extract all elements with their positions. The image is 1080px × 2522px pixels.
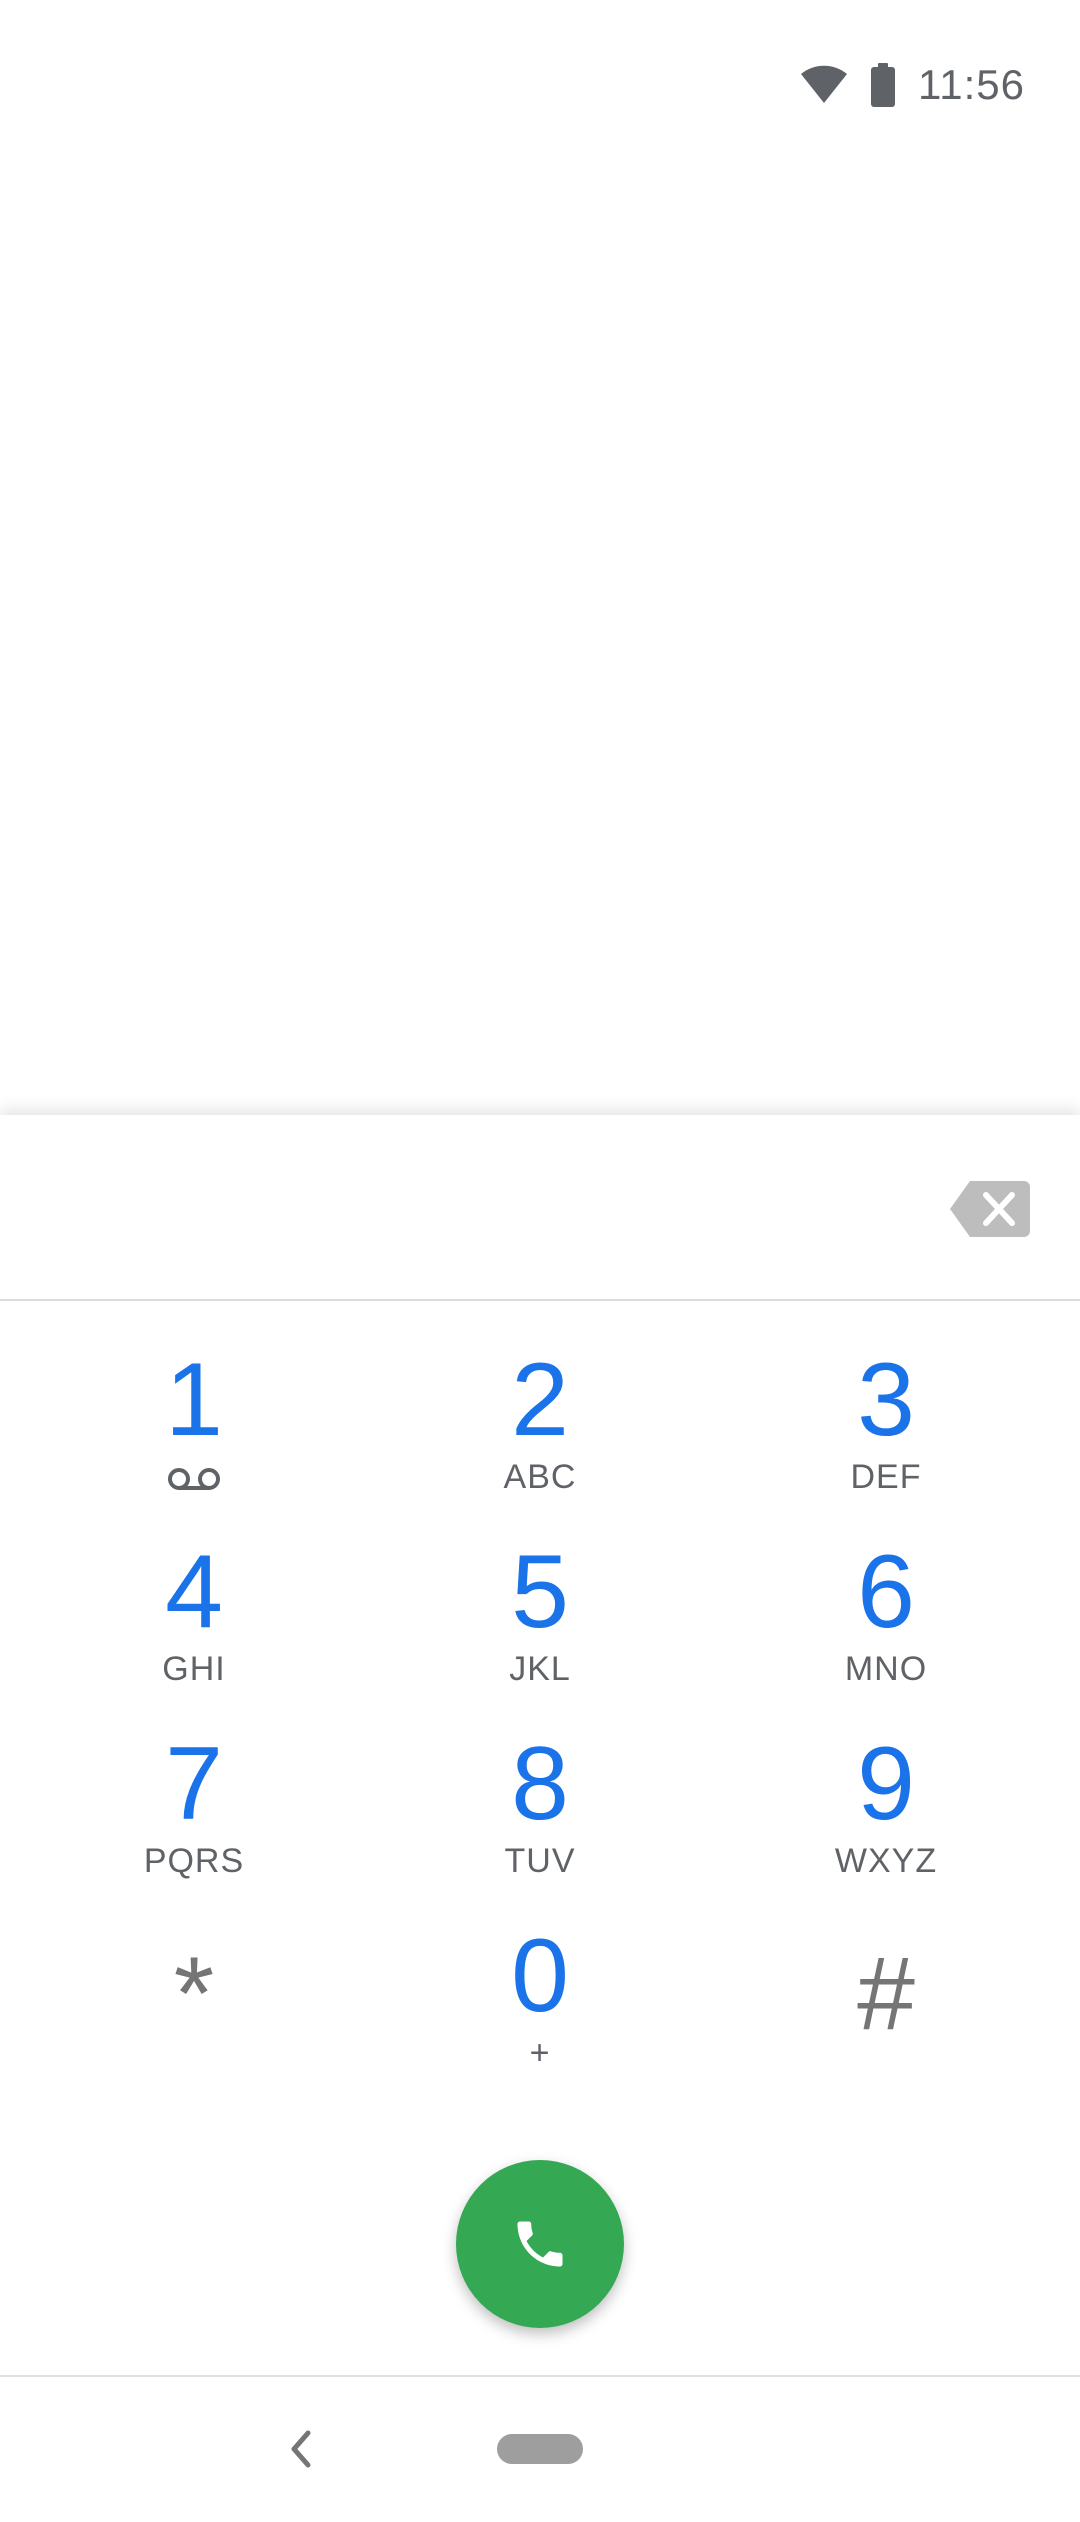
call-button[interactable] — [456, 2160, 624, 2328]
status-time: 11:56 — [918, 61, 1025, 108]
backspace-button[interactable] — [950, 1181, 1030, 1237]
key-4[interactable]: 4 GHI — [44, 1537, 344, 1707]
key-letters: TUV — [504, 1842, 576, 1880]
call-log-area — [0, 160, 1080, 1115]
back-button[interactable] — [280, 2419, 320, 2479]
key-7[interactable]: 7 PQRS — [44, 1729, 344, 1899]
key-letters: MNO — [844, 1650, 928, 1688]
voicemail-icon — [167, 1467, 221, 1496]
key-letters: PQRS — [143, 1842, 245, 1880]
key-digit: 2 — [511, 1342, 569, 1458]
status-icons: 11:56 — [800, 55, 1025, 115]
key-letters: JKL — [509, 1650, 571, 1688]
wifi-icon — [800, 65, 848, 105]
key-pound[interactable]: # — [736, 1921, 1036, 2091]
key-digit: 4 — [165, 1534, 223, 1650]
battery-icon — [870, 63, 896, 107]
key-star[interactable]: * — [44, 1921, 344, 2091]
key-digit: 7 — [165, 1726, 223, 1842]
phone-number-input[interactable] — [60, 1165, 884, 1247]
key-1[interactable]: 1 — [44, 1345, 344, 1515]
key-digit: 5 — [511, 1534, 569, 1650]
key-9[interactable]: 9 WXYZ — [736, 1729, 1036, 1899]
key-digit: 9 — [857, 1726, 915, 1842]
key-letters: DEF — [850, 1458, 922, 1496]
key-digit: # — [857, 1936, 915, 2052]
key-8[interactable]: 8 TUV — [390, 1729, 690, 1899]
back-chevron-icon — [291, 2430, 311, 2468]
digits-field — [0, 1115, 1080, 1301]
key-digit: 1 — [165, 1342, 223, 1458]
key-letters: + — [529, 2034, 551, 2072]
key-letters: GHI — [162, 1650, 226, 1688]
key-5[interactable]: 5 JKL — [390, 1537, 690, 1707]
key-0[interactable]: 0 + — [390, 1921, 690, 2091]
home-pill-icon[interactable] — [497, 2434, 583, 2464]
key-digit: 6 — [857, 1534, 915, 1650]
status-bar: 11:56 — [0, 0, 1080, 160]
key-digit: 8 — [511, 1726, 569, 1842]
key-3[interactable]: 3 DEF — [736, 1345, 1036, 1515]
key-2[interactable]: 2 ABC — [390, 1345, 690, 1515]
navigation-bar — [0, 2375, 1080, 2522]
key-letters: WXYZ — [834, 1842, 938, 1880]
key-letters: ABC — [503, 1458, 577, 1496]
phone-icon — [517, 2221, 563, 2267]
key-digit: 0 — [511, 1918, 569, 2034]
backspace-icon — [950, 1181, 1030, 1237]
key-digit: 3 — [857, 1342, 915, 1458]
key-6[interactable]: 6 MNO — [736, 1537, 1036, 1707]
key-digit: * — [173, 1936, 215, 2052]
